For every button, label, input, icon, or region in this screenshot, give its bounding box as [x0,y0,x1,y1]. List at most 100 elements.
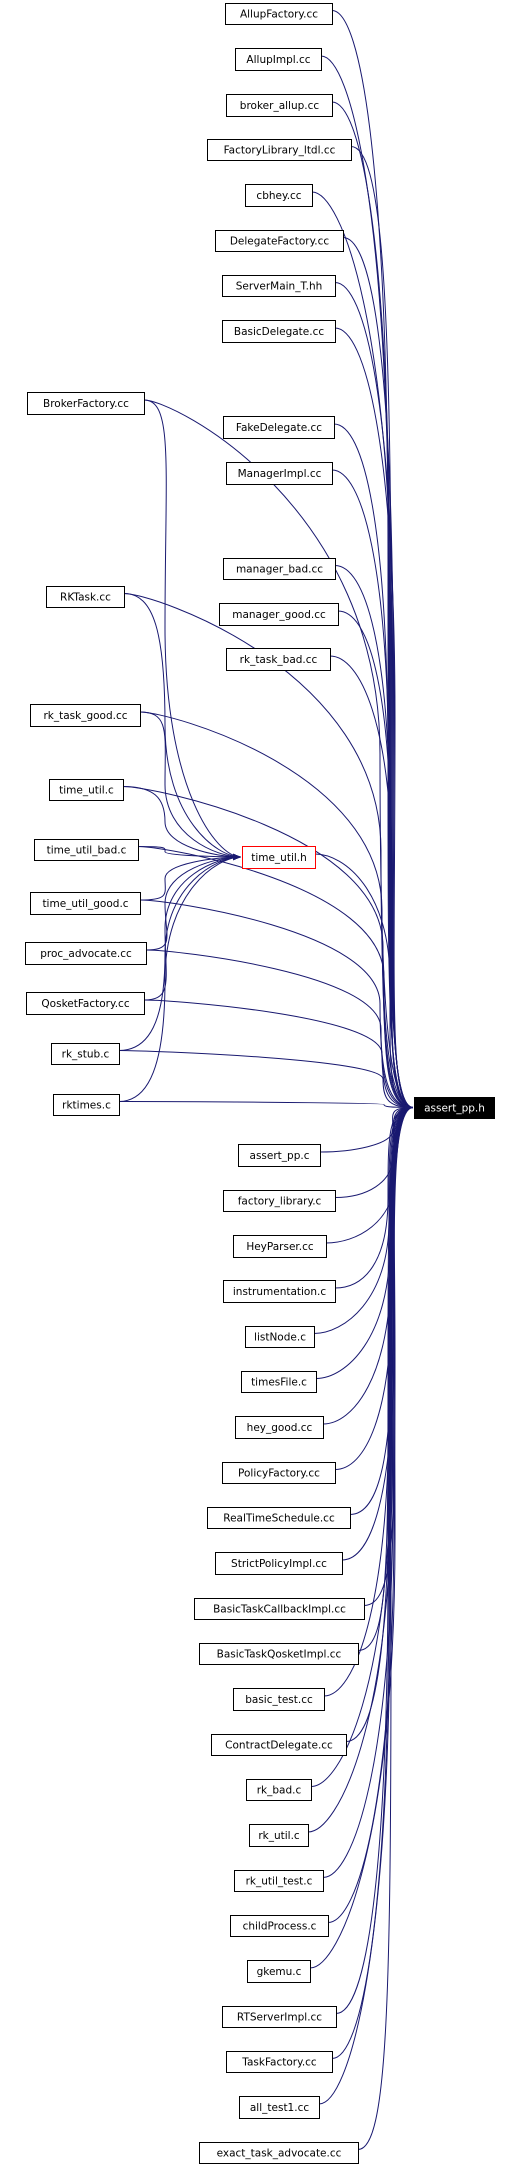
node-allupimpl-cc[interactable]: AllupImpl.cc [235,48,322,71]
node-label: BasicDelegate.cc [234,326,325,338]
node-label: exact_task_advocate.cc [217,2148,342,2160]
node-label: assert_pp.h [424,1103,485,1115]
edge-policyfactory-cc-to-assert-pp-h [334,1104,414,1470]
node-label: timesFile.c [251,1377,307,1389]
node-listnode-c[interactable]: listNode.c [245,1326,315,1348]
include-dependency-graph: AllupFactory.cc AllupImpl.cc broker_allup.… [25,3,495,2164]
node-label: hey_good.cc [247,1422,313,1434]
node-manager-good-cc[interactable]: manager_good.cc [219,603,339,626]
node-timesfile-c[interactable]: timesFile.c [241,1371,317,1393]
edge-delegatefactory-cc-to-assert-pp-h [342,237,414,1111]
node-label: BrokerFactory.cc [43,398,129,410]
nodes-layer: AllupFactory.cc AllupImpl.cc broker_allup.… [25,3,495,2164]
node-heyparser-cc[interactable]: HeyParser.cc [233,1235,327,1258]
edge-hey-good-cc-to-assert-pp-h [322,1104,414,1425]
node-time-util-c[interactable]: time_util.c [49,779,124,801]
edge-time-util-good-c-to-time-util-h [139,853,242,901]
node-servermain-t-hh[interactable]: ServerMain_T.hh [222,275,336,297]
node-assert-pp-c[interactable]: assert_pp.c [238,1144,321,1167]
node-cbhey-cc[interactable]: cbhey.cc [245,184,313,207]
node-basicdelegate-cc[interactable]: BasicDelegate.cc [222,320,336,343]
node-label: basic_test.cc [245,1694,313,1706]
node-delegatefactory-cc[interactable]: DelegateFactory.cc [215,230,344,252]
node-label: ServerMain_T.hh [236,281,323,293]
node-time-util-h[interactable]: time_util.h [242,846,316,869]
edge-taskfactory-cc-to-assert-pp-h [331,1104,414,2059]
node-strictpolicyimpl-cc[interactable]: StrictPolicyImpl.cc [215,1552,343,1575]
node-label: RealTimeSchedule.cc [223,1513,335,1525]
node-policyfactory-cc[interactable]: PolicyFactory.cc [222,1462,336,1484]
node-label: time_util.h [251,852,307,864]
node-label: cbhey.cc [256,190,301,202]
node-rtserverimpl-cc[interactable]: RTServerImpl.cc [222,2006,337,2028]
node-basic-test-cc[interactable]: basic_test.cc [233,1688,325,1711]
node-label: rk_bad.c [257,1785,302,1797]
edge-fakedelegate-cc-to-assert-pp-h [333,423,414,1111]
node-rk-task-good-cc[interactable]: rk_task_good.cc [30,704,141,727]
node-contractdelegate-cc[interactable]: ContractDelegate.cc [211,1734,347,1756]
node-rk-util-c[interactable]: rk_util.c [249,1824,309,1847]
node-exact-task-advocate-cc[interactable]: exact_task_advocate.cc [199,2142,359,2164]
node-childprocess-c[interactable]: childProcess.c [230,1915,329,1937]
node-factory-library-c[interactable]: factory_library.c [223,1190,336,1212]
node-fakedelegate-cc[interactable]: FakeDelegate.cc [223,416,335,439]
edge-exact-task-advocate-cc-to-assert-pp-h [357,1104,414,2150]
node-label: factory_library.c [238,1196,322,1208]
node-qosketfactory-cc[interactable]: QosketFactory.cc [26,992,145,1015]
node-realtimeschedule-cc[interactable]: RealTimeSchedule.cc [207,1507,351,1529]
edge-basicdelegate-cc-to-assert-pp-h [334,327,414,1111]
node-label: manager_good.cc [232,609,326,621]
node-label: broker_allup.cc [240,100,320,112]
node-label: AllupImpl.cc [246,54,310,66]
node-label: BasicTaskCallbackImpl.cc [213,1604,346,1616]
node-label: gkemu.c [257,1966,302,1978]
node-brokerfactory-cc[interactable]: BrokerFactory.cc [27,392,145,415]
node-rk-bad-c[interactable]: rk_bad.c [246,1779,312,1801]
node-label: time_util_good.c [42,898,128,910]
edge-proc-advocate-cc-to-time-util-h [145,853,242,951]
node-time-util-good-c[interactable]: time_util_good.c [30,892,141,915]
node-label: RTServerImpl.cc [237,2012,322,2024]
node-basictaskcallbackimpl-cc[interactable]: BasicTaskCallbackImpl.cc [194,1598,365,1620]
node-all-test1-cc[interactable]: all_test1.cc [239,2096,320,2119]
node-gkemu-c[interactable]: gkemu.c [247,1960,311,1983]
node-basictaskqosketimpl-cc[interactable]: BasicTaskQosketImpl.cc [199,1643,359,1665]
node-label: rk_task_good.cc [43,710,127,722]
node-label: assert_pp.c [250,1150,310,1162]
node-assert-pp-h[interactable]: assert_pp.h [414,1097,495,1119]
node-label: FactoryLibrary_ltdl.cc [224,145,336,157]
edge-strictpolicyimpl-cc-to-assert-pp-h [341,1104,414,1561]
node-proc-advocate-cc[interactable]: proc_advocate.cc [25,942,147,965]
node-rktimes-c[interactable]: rktimes.c [53,1094,120,1116]
node-label: all_test1.cc [250,2102,309,2114]
node-factorylibrary-ltdl-cc[interactable]: FactoryLibrary_ltdl.cc [207,139,352,161]
node-time-util-bad-c[interactable]: time_util_bad.c [34,839,139,861]
edge-time-util-bad-c-to-assert-pp-h [137,846,414,1111]
node-hey-good-cc[interactable]: hey_good.cc [235,1416,324,1439]
node-label: AllupFactory.cc [240,9,318,21]
node-label: rk_util_test.c [246,1876,313,1888]
node-label: ManagerImpl.cc [238,468,322,480]
edge-manager-good-cc-to-assert-pp-h [337,610,414,1111]
node-rk-util-test-c[interactable]: rk_util_test.c [234,1870,324,1892]
node-taskfactory-cc[interactable]: TaskFactory.cc [226,2051,333,2073]
node-rk-task-bad-cc[interactable]: rk_task_bad.cc [226,648,331,671]
node-manager-bad-cc[interactable]: manager_bad.cc [223,558,336,580]
node-label: BasicTaskQosketImpl.cc [217,1649,342,1661]
node-label: childProcess.c [243,1921,317,1933]
node-label: HeyParser.cc [246,1241,314,1253]
node-broker-allup-cc[interactable]: broker_allup.cc [226,94,333,117]
node-managerimpl-cc[interactable]: ManagerImpl.cc [226,462,333,485]
node-rk-stub-c[interactable]: rk_stub.c [51,1043,120,1065]
edge-time-util-good-c-to-assert-pp-h [139,899,414,1111]
node-rktask-cc[interactable]: RKTask.cc [46,586,125,608]
node-label: instrumentation.c [233,1286,326,1298]
node-label: StrictPolicyImpl.cc [231,1558,327,1570]
edge-broker-allup-cc-to-assert-pp-h [331,101,414,1111]
node-instrumentation-c[interactable]: instrumentation.c [223,1280,336,1303]
node-allupfactory-cc[interactable]: AllupFactory.cc [225,3,333,25]
node-label: time_util.c [59,785,114,797]
node-label: listNode.c [254,1332,306,1344]
node-label: DelegateFactory.cc [230,236,330,248]
node-label: manager_bad.cc [236,564,323,576]
